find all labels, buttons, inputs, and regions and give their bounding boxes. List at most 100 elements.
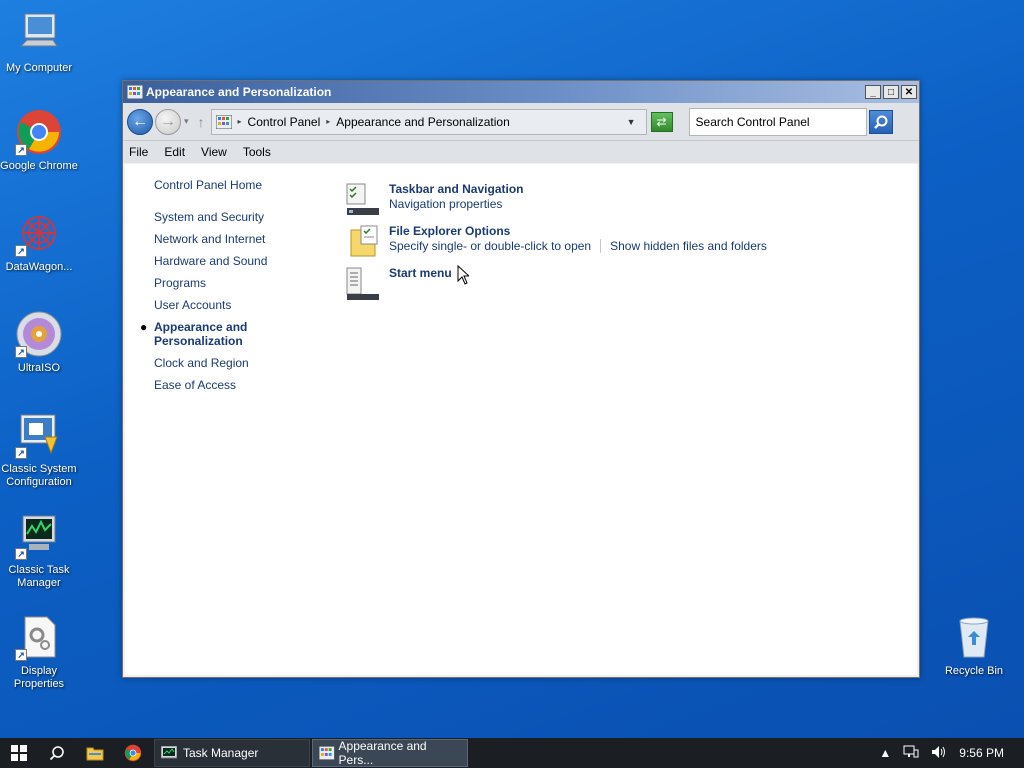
menu-tools[interactable]: Tools xyxy=(243,145,271,159)
chrome-taskbar-button[interactable] xyxy=(114,738,152,768)
refresh-icon: ⇄ xyxy=(656,114,667,129)
taskbar-task-label: Task Manager xyxy=(183,746,259,760)
search-icon xyxy=(873,115,888,129)
desktop-icon-label: UltraISO xyxy=(17,362,61,374)
taskbar-task-manager[interactable]: Task Manager xyxy=(154,739,310,767)
control-panel-icon xyxy=(127,85,143,99)
minimize-button[interactable]: _ xyxy=(865,85,881,99)
taskbar-and-navigation-link[interactable]: Taskbar and Navigation xyxy=(389,182,523,196)
start-menu-icon xyxy=(345,266,381,302)
folder-icon xyxy=(86,747,104,761)
shortcut-arrow-icon: ↗ xyxy=(15,649,27,661)
forward-button[interactable]: → xyxy=(155,108,181,135)
menu-file[interactable]: File xyxy=(129,145,148,159)
up-arrow-icon[interactable]: ↑ xyxy=(198,114,205,130)
system-configuration-icon: ↗ xyxy=(15,411,63,459)
navigation-properties-link[interactable]: Navigation properties xyxy=(389,196,502,212)
desktop-icon-label: Classic Task Manager xyxy=(8,564,70,589)
sidebar-item-network-and-internet[interactable]: Network and Internet xyxy=(154,232,304,246)
sidebar-item-user-accounts[interactable]: User Accounts xyxy=(154,298,304,312)
menu-view[interactable]: View xyxy=(201,145,227,159)
taskbar-appearance-and-personalization[interactable]: Appearance and Pers... xyxy=(312,739,468,767)
sidebar-item-control-panel-home[interactable]: Control Panel Home xyxy=(154,178,304,192)
single-double-click-link[interactable]: Specify single- or double-click to open xyxy=(389,238,591,254)
control-panel-icon xyxy=(319,746,335,760)
breadcrumb-separator-icon[interactable]: ▸ xyxy=(326,117,330,126)
sidebar-item-programs[interactable]: Programs xyxy=(154,276,304,290)
menu-edit[interactable]: Edit xyxy=(164,145,185,159)
search-placeholder: Search Control Panel xyxy=(695,114,810,129)
entry-start-menu: Start menu xyxy=(345,266,767,302)
sidebar-item-ease-of-access[interactable]: Ease of Access xyxy=(154,378,304,392)
desktop-icon-label: Google Chrome xyxy=(0,160,78,172)
shortcut-arrow-icon: ↗ xyxy=(15,346,27,358)
shortcut-arrow-icon: ↗ xyxy=(15,245,27,257)
desktop-icon-google-chrome[interactable]: ↗ Google Chrome xyxy=(0,108,78,173)
sidebar-item-label: Appearance and Personalization xyxy=(154,320,248,348)
refresh-button[interactable]: ⇄ xyxy=(650,111,673,132)
breadcrumb-control-panel[interactable]: Control Panel xyxy=(248,115,321,129)
disc-icon: ↗ xyxy=(15,310,63,358)
chrome-icon xyxy=(124,744,142,762)
desktop-icon-label: My Computer xyxy=(5,62,73,74)
taskbar-icon xyxy=(345,182,381,218)
sidebar-item-clock-and-region[interactable]: Clock and Region xyxy=(154,356,304,370)
desktop-icon-recycle-bin[interactable]: Recycle Bin xyxy=(935,613,1013,678)
recent-pages-dropdown-icon[interactable]: ▾ xyxy=(184,116,189,127)
desktop-icon-label: DataWagon... xyxy=(5,261,73,273)
address-bar[interactable]: ▸ Control Panel ▸ Appearance and Persona… xyxy=(210,108,647,135)
file-explorer-button[interactable] xyxy=(76,738,114,768)
computer-icon xyxy=(15,10,63,58)
search-taskbar-button[interactable] xyxy=(38,738,76,768)
breadcrumb-separator-icon[interactable]: ▸ xyxy=(238,117,242,126)
forward-arrow-icon: → xyxy=(160,112,176,130)
start-menu-link[interactable]: Start menu xyxy=(389,266,452,280)
start-button[interactable] xyxy=(0,738,38,768)
address-dropdown-icon[interactable]: ▼ xyxy=(627,117,636,127)
breadcrumb-appearance-and-personalization[interactable]: Appearance and Personalization xyxy=(336,115,509,129)
system-tray: ▲ 9:56 PM xyxy=(879,745,1024,762)
entry-file-explorer-options: File Explorer Options Specify single- or… xyxy=(345,224,767,260)
desktop-icon-display-properties[interactable]: ↗ Display Properties xyxy=(0,613,78,691)
desktop-icon-my-computer[interactable]: My Computer xyxy=(0,10,78,75)
link-divider xyxy=(600,239,602,253)
search-button[interactable] xyxy=(868,109,893,134)
shortcut-arrow-icon: ↗ xyxy=(15,144,27,156)
sidebar-item-system-and-security[interactable]: System and Security xyxy=(154,210,304,224)
show-hidden-icons-icon[interactable]: ▲ xyxy=(879,746,891,760)
network-icon[interactable] xyxy=(903,745,919,762)
back-arrow-icon: ← xyxy=(132,112,148,130)
shortcut-arrow-icon: ↗ xyxy=(15,548,27,560)
desktop-icon-datawagon[interactable]: ↗ DataWagon... xyxy=(0,209,78,274)
windows-logo-icon xyxy=(11,745,27,761)
navigation-bar: ← → ▾ ↑ ▸ Control Panel ▸ Appearance and… xyxy=(123,103,919,141)
window-titlebar[interactable]: Appearance and Personalization _ □ ✕ xyxy=(123,81,919,103)
show-hidden-files-link[interactable]: Show hidden files and folders xyxy=(610,238,767,254)
content-area: Control Panel Home System and Security N… xyxy=(125,164,917,675)
main-panel: Taskbar and Navigation Navigation proper… xyxy=(345,182,767,308)
datawagon-icon: ↗ xyxy=(15,209,63,257)
sidebar-item-appearance-and-personalization[interactable]: ● Appearance and Personalization xyxy=(140,320,304,348)
maximize-button[interactable]: □ xyxy=(883,85,899,99)
volume-icon[interactable] xyxy=(931,745,947,762)
menu-bar: File Edit View Tools xyxy=(123,141,919,163)
file-explorer-options-link[interactable]: File Explorer Options xyxy=(389,224,767,238)
mouse-cursor-icon xyxy=(457,265,469,285)
clock[interactable]: 9:56 PM xyxy=(959,746,1004,760)
folder-options-icon xyxy=(345,224,381,260)
search-input[interactable]: Search Control Panel xyxy=(688,107,867,136)
back-button[interactable]: ← xyxy=(127,108,153,135)
entry-taskbar-and-navigation: Taskbar and Navigation Navigation proper… xyxy=(345,182,767,218)
chrome-icon: ↗ xyxy=(15,108,63,156)
shortcut-arrow-icon: ↗ xyxy=(15,447,27,459)
close-button[interactable]: ✕ xyxy=(901,85,917,99)
desktop-icon-classic-system-configuration[interactable]: ↗ Classic System Configuration xyxy=(0,411,78,489)
taskbar: Task Manager Appearance and Pers... ▲ 9:… xyxy=(0,738,1024,768)
sidebar: Control Panel Home System and Security N… xyxy=(140,178,304,400)
desktop-icon-ultraiso[interactable]: ↗ UltraISO xyxy=(0,310,78,375)
control-panel-icon xyxy=(215,114,232,129)
display-properties-icon: ↗ xyxy=(15,613,63,661)
window-title: Appearance and Personalization xyxy=(146,85,332,99)
sidebar-item-hardware-and-sound[interactable]: Hardware and Sound xyxy=(154,254,304,268)
desktop-icon-classic-task-manager[interactable]: ↗ Classic Task Manager xyxy=(0,512,78,590)
